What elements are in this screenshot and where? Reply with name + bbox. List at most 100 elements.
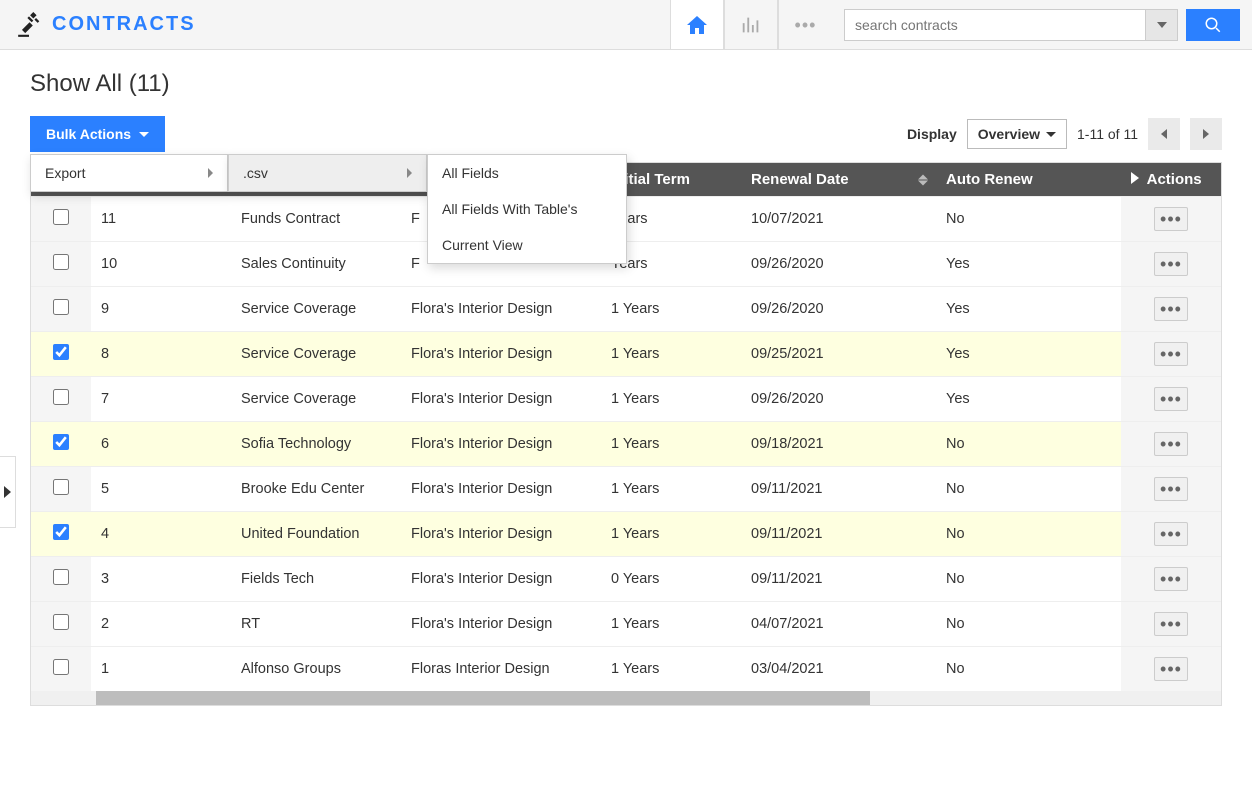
topbar-tabs: •••: [670, 0, 832, 49]
menu-export[interactable]: Export: [31, 155, 227, 191]
pager-next[interactable]: [1190, 118, 1222, 150]
row-actions-button[interactable]: •••: [1154, 207, 1188, 231]
row-actions-button[interactable]: •••: [1154, 612, 1188, 636]
row-renewal: 09/11/2021: [741, 557, 936, 602]
row-legal: Flora's Interior Design: [401, 557, 601, 602]
pager-prev[interactable]: [1148, 118, 1180, 150]
row-actions-button[interactable]: •••: [1154, 387, 1188, 411]
chevron-right-icon: [1203, 129, 1209, 139]
row-actions-button[interactable]: •••: [1154, 342, 1188, 366]
row-actions-button[interactable]: •••: [1154, 522, 1188, 546]
chevron-down-icon: [1157, 22, 1167, 28]
row-num: 7: [91, 377, 231, 422]
menu-all-fields-tables[interactable]: All Fields With Table's: [428, 191, 626, 227]
row-term: 1 Years: [601, 422, 741, 467]
row-checkbox[interactable]: [53, 524, 69, 540]
row-auto: Yes: [936, 332, 1121, 377]
home-tab[interactable]: [670, 0, 724, 49]
row-num: 11: [91, 197, 231, 242]
row-renewal: 09/26/2020: [741, 287, 936, 332]
row-actions-cell: •••: [1121, 377, 1221, 422]
table-row[interactable]: 7Service CoverageFlora's Interior Design…: [31, 377, 1221, 422]
row-actions-cell: •••: [1121, 332, 1221, 377]
bulk-actions-menu: Export: [30, 154, 228, 192]
page-title: Show All (11): [30, 70, 1222, 98]
row-auto: Yes: [936, 287, 1121, 332]
row-auto: Yes: [936, 242, 1121, 287]
col-actions: Actions: [1121, 163, 1221, 197]
row-actions-button[interactable]: •••: [1154, 252, 1188, 276]
row-checkbox[interactable]: [53, 389, 69, 405]
menu-csv[interactable]: .csv: [229, 155, 426, 191]
top-bar: CONTRACTS •••: [0, 0, 1252, 50]
analytics-tab[interactable]: [724, 0, 778, 49]
row-legal: Flora's Interior Design: [401, 602, 601, 647]
row-legal: Flora's Interior Design: [401, 332, 601, 377]
menu-all-fields[interactable]: All Fields: [428, 155, 626, 191]
row-checkbox[interactable]: [53, 299, 69, 315]
row-name: Sales Continuity: [231, 242, 401, 287]
row-checkbox[interactable]: [53, 344, 69, 360]
row-checkbox-cell: [31, 602, 91, 647]
row-checkbox[interactable]: [53, 254, 69, 270]
row-auto: No: [936, 647, 1121, 692]
row-actions-button[interactable]: •••: [1154, 567, 1188, 591]
submenu-arrow-icon: [407, 168, 412, 178]
row-actions-button[interactable]: •••: [1154, 477, 1188, 501]
row-checkbox[interactable]: [53, 614, 69, 630]
table-row[interactable]: 8Service CoverageFlora's Interior Design…: [31, 332, 1221, 377]
row-name: RT: [231, 602, 401, 647]
row-renewal: 04/07/2021: [741, 602, 936, 647]
search-dropdown[interactable]: [1145, 10, 1177, 40]
table-row[interactable]: 3Fields TechFlora's Interior Design0 Yea…: [31, 557, 1221, 602]
sort-icon[interactable]: [918, 174, 928, 185]
row-checkbox-cell: [31, 332, 91, 377]
row-auto: No: [936, 197, 1121, 242]
table-row[interactable]: 4United FoundationFlora's Interior Desig…: [31, 512, 1221, 557]
row-checkbox[interactable]: [53, 479, 69, 495]
row-actions-button[interactable]: •••: [1154, 432, 1188, 456]
row-num: 6: [91, 422, 231, 467]
row-legal: Floras Interior Design: [401, 647, 601, 692]
overview-dropdown[interactable]: Overview: [967, 119, 1067, 149]
display-label: Display: [907, 126, 957, 142]
table-row[interactable]: 6Sofia TechnologyFlora's Interior Design…: [31, 422, 1221, 467]
col-renewal-date-label: Renewal Date: [751, 171, 849, 188]
row-name: Sofia Technology: [231, 422, 401, 467]
row-checkbox[interactable]: [53, 569, 69, 585]
more-tab[interactable]: •••: [778, 0, 832, 49]
menu-current-view[interactable]: Current View: [428, 227, 626, 263]
row-name: Brooke Edu Center: [231, 467, 401, 512]
row-actions-cell: •••: [1121, 512, 1221, 557]
search-button[interactable]: [1186, 9, 1240, 41]
caret-down-icon: [139, 132, 149, 137]
side-expand-handle[interactable]: [0, 456, 16, 528]
row-renewal: 10/07/2021: [741, 197, 936, 242]
row-num: 5: [91, 467, 231, 512]
row-term: 1 Years: [601, 287, 741, 332]
table-row[interactable]: 5Brooke Edu CenterFlora's Interior Desig…: [31, 467, 1221, 512]
horizontal-scrollbar[interactable]: [31, 691, 1221, 705]
row-checkbox[interactable]: [53, 659, 69, 675]
row-checkbox[interactable]: [53, 209, 69, 225]
table-row[interactable]: 9Service CoverageFlora's Interior Design…: [31, 287, 1221, 332]
col-auto-renew[interactable]: Auto Renew: [936, 163, 1121, 197]
search-input[interactable]: [845, 10, 1145, 40]
topbar-search: [832, 0, 1252, 49]
row-checkbox[interactable]: [53, 434, 69, 450]
table-row[interactable]: 1Alfonso GroupsFloras Interior Design1 Y…: [31, 647, 1221, 692]
row-num: 1: [91, 647, 231, 692]
row-legal: Flora's Interior Design: [401, 377, 601, 422]
bulk-actions-label: Bulk Actions: [46, 126, 131, 142]
row-actions-button[interactable]: •••: [1154, 297, 1188, 321]
menu-export-label: Export: [45, 165, 85, 181]
row-name: Fields Tech: [231, 557, 401, 602]
col-renewal-date[interactable]: Renewal Date: [741, 163, 936, 197]
row-checkbox-cell: [31, 422, 91, 467]
row-num: 8: [91, 332, 231, 377]
table-row[interactable]: 2RTFlora's Interior Design1 Years04/07/2…: [31, 602, 1221, 647]
gavel-icon: [16, 12, 42, 38]
row-actions-button[interactable]: •••: [1154, 657, 1188, 681]
menu-current-view-label: Current View: [442, 237, 523, 253]
bulk-actions-button[interactable]: Bulk Actions: [30, 116, 165, 152]
